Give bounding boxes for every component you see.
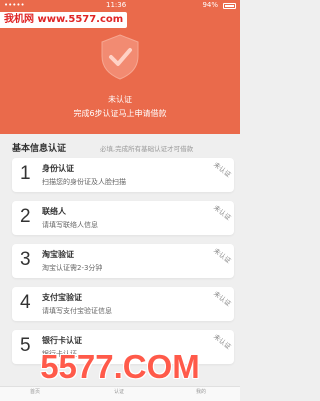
verification-subtitle: 完成6步认证马上申请借款 [73,109,167,118]
step-card-identity[interactable]: 1 身份认证 扫描您的身份证及人脸扫描 未认证 [12,158,234,192]
battery-icon [223,3,236,9]
unverified-stamp: 未认证 [211,203,232,222]
step-description: 淘宝认证需2-3分钟 [42,264,103,272]
unverified-stamp: 未认证 [211,160,232,179]
verification-status: 未认证 [108,95,132,104]
step-title: 联络人 [42,207,66,216]
step-number: 3 [20,249,31,270]
status-bar: ••••• 11:36 94% [0,0,240,12]
section-title: 基本信息认证 [12,144,67,154]
unverified-stamp: 未认证 [211,246,232,265]
verification-header: 未认证 完成6步认证马上申请借款 [0,12,240,134]
step-number: 1 [20,163,31,184]
section-note: 必填,完成所有基础认证才可借款 [100,145,194,153]
step-number: 2 [20,206,31,227]
site-watermark-banner: 我机网 www.5577.com [0,12,128,28]
unverified-stamp: 未认证 [211,289,232,308]
shield-check-icon [101,34,139,80]
step-title: 身份认证 [42,164,74,173]
step-title: 淘宝验证 [42,250,74,259]
step-number: 4 [20,292,31,313]
step-card-taobao[interactable]: 3 淘宝验证 淘宝认证需2-3分钟 未认证 [12,244,234,278]
step-description: 请填写支付宝验证信息 [42,307,112,315]
step-description: 请填写联络人信息 [42,221,98,229]
step-card-contacts[interactable]: 2 联络人 请填写联络人信息 未认证 [12,201,234,235]
carrier-signal: ••••• [4,1,25,9]
step-card-alipay[interactable]: 4 支付宝验证 请填写支付宝验证信息 未认证 [12,287,234,321]
status-time: 11:36 [106,1,127,9]
battery-percent: 94% [202,1,218,9]
step-title: 支付宝验证 [42,293,82,302]
site-watermark-logo: 5577.COM [40,348,200,385]
step-description: 扫描您的身份证及人脸扫描 [42,178,126,186]
